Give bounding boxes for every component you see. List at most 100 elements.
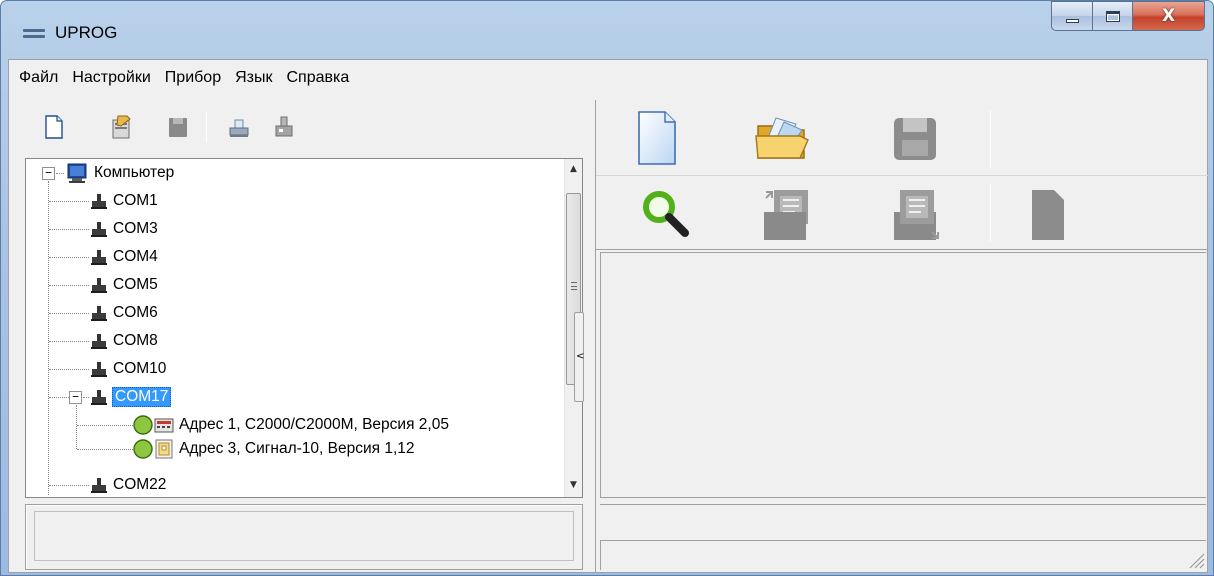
minimize-icon xyxy=(1065,18,1079,23)
menu-help[interactable]: Справка xyxy=(286,69,349,87)
tree-node-com10[interactable]: COM10 xyxy=(90,355,166,383)
menu-settings[interactable]: Настройки xyxy=(72,69,150,87)
tree-node-com8[interactable]: COM8 xyxy=(90,327,158,355)
right-toolbar-main xyxy=(596,100,1208,176)
tree-label-device-1: Адрес 1, С2000/С2000М, Версия 2,05 xyxy=(179,416,449,433)
menu-file[interactable]: Файл xyxy=(19,69,58,87)
menu-bar: Файл Настройки Прибор Язык Справка xyxy=(9,60,1207,96)
com-port-icon xyxy=(91,194,107,209)
toolbar-separator xyxy=(206,112,207,142)
save-file-button[interactable] xyxy=(892,116,938,166)
read-config-button[interactable] xyxy=(762,188,810,246)
tree-node-com3[interactable]: COM3 xyxy=(90,215,158,243)
window-title: UPROG xyxy=(55,23,118,42)
resize-grip-icon[interactable] xyxy=(1184,548,1206,570)
tree-line xyxy=(49,313,89,314)
right-status-panel xyxy=(600,504,1206,538)
tree-label: COM22 xyxy=(113,476,167,493)
title-bar[interactable]: UPROG X xyxy=(1,1,1213,59)
tree-line xyxy=(49,369,89,370)
toolbar-separator xyxy=(990,110,991,168)
com-port-icon xyxy=(91,334,107,349)
tree-node-com6[interactable]: COM6 xyxy=(90,299,158,327)
tree-node-com5[interactable]: COM5 xyxy=(90,271,158,299)
tree-node-device-2[interactable]: Адрес 3, Сигнал-10, Версия 1,12 xyxy=(132,435,415,463)
tree-label: COM4 xyxy=(113,248,158,265)
status-ok-icon xyxy=(133,439,153,459)
right-pane xyxy=(595,100,1208,572)
menu-device[interactable]: Прибор xyxy=(165,69,221,87)
minimize-button[interactable] xyxy=(1051,1,1093,31)
new-file-button[interactable] xyxy=(43,114,65,140)
app-window: UPROG X Файл Настройки Прибор Язык Справ… xyxy=(0,0,1214,576)
tree-label: COM10 xyxy=(113,360,167,377)
device-settings-area xyxy=(600,252,1206,498)
tree-line xyxy=(49,485,89,486)
tree-line xyxy=(77,449,133,450)
tree-line xyxy=(49,257,89,258)
app-icon[interactable] xyxy=(23,29,45,43)
com-port-icon xyxy=(91,306,107,321)
tree-line xyxy=(83,397,89,398)
search-icon xyxy=(643,191,689,237)
maximize-button[interactable] xyxy=(1093,1,1133,31)
new-document-button[interactable] xyxy=(636,110,678,170)
device-tree[interactable]: − Компьютер COM1 COM3 COM4 COM5 COM6 COM… xyxy=(25,158,583,498)
write-config-icon xyxy=(894,190,939,240)
open-file-button[interactable] xyxy=(754,114,812,166)
close-icon: X xyxy=(1161,6,1176,26)
com-port-icon xyxy=(91,362,107,377)
grip-icon xyxy=(571,282,577,290)
tree-line xyxy=(49,285,89,286)
search-devices-button[interactable] xyxy=(640,188,692,244)
collapse-com17-toggle[interactable]: − xyxy=(69,391,82,404)
collapse-root-toggle[interactable]: − xyxy=(42,167,55,180)
scroll-down-arrow-icon[interactable]: ▼ xyxy=(565,477,582,494)
tree-line xyxy=(49,341,89,342)
save-button[interactable] xyxy=(167,114,189,140)
com-port-icon xyxy=(91,222,107,237)
menu-language[interactable]: Язык xyxy=(235,69,272,87)
left-status-field xyxy=(34,511,574,561)
new-document-icon xyxy=(638,111,676,165)
port-config-button[interactable] xyxy=(273,114,295,140)
tree-label: COM5 xyxy=(113,276,158,293)
write-config-button[interactable] xyxy=(892,188,942,248)
tree-node-com17[interactable]: COM17 xyxy=(90,383,172,411)
tree-node-com22[interactable]: COM22 xyxy=(90,471,167,497)
tree-label: COM6 xyxy=(113,304,158,321)
client-area: Файл Настройки Прибор Язык Справка − Ком… xyxy=(8,59,1208,573)
tree-node-computer[interactable]: Компьютер xyxy=(66,159,174,187)
chevron-left-icon: < xyxy=(576,351,585,362)
maximize-icon xyxy=(1105,10,1120,22)
print-button[interactable] xyxy=(228,114,250,140)
splitter-collapse-button[interactable]: < xyxy=(574,312,584,402)
properties-button[interactable] xyxy=(109,114,131,140)
save-icon xyxy=(169,118,187,137)
save-disk-icon xyxy=(894,118,936,160)
right-toolbar-device xyxy=(596,178,1208,250)
control-panel-icon xyxy=(154,418,174,433)
caption-buttons: X xyxy=(1051,1,1205,31)
status-bar xyxy=(600,540,1206,570)
computer-icon xyxy=(67,163,87,183)
tree-label: COM8 xyxy=(113,332,158,349)
scroll-up-arrow-icon[interactable]: ▲ xyxy=(565,161,582,178)
blank-page-icon xyxy=(1032,190,1064,240)
com-port-icon xyxy=(91,278,107,293)
tree-node-com4[interactable]: COM4 xyxy=(90,243,158,271)
blank-page-button[interactable] xyxy=(1030,188,1066,246)
com-port-icon xyxy=(91,250,107,265)
tree-line xyxy=(76,405,77,449)
com-port-icon xyxy=(91,390,107,405)
signal-device-icon xyxy=(155,439,173,459)
com-port-icon xyxy=(91,478,107,493)
left-toolbar xyxy=(17,100,585,154)
tree-label: COM3 xyxy=(113,220,158,237)
tree-line xyxy=(49,397,69,398)
tree-node-com1[interactable]: COM1 xyxy=(90,187,158,215)
tree-label-computer: Компьютер xyxy=(94,164,175,181)
open-folder-icon xyxy=(755,117,809,159)
close-button[interactable]: X xyxy=(1133,1,1205,31)
new-file-icon xyxy=(45,115,63,139)
